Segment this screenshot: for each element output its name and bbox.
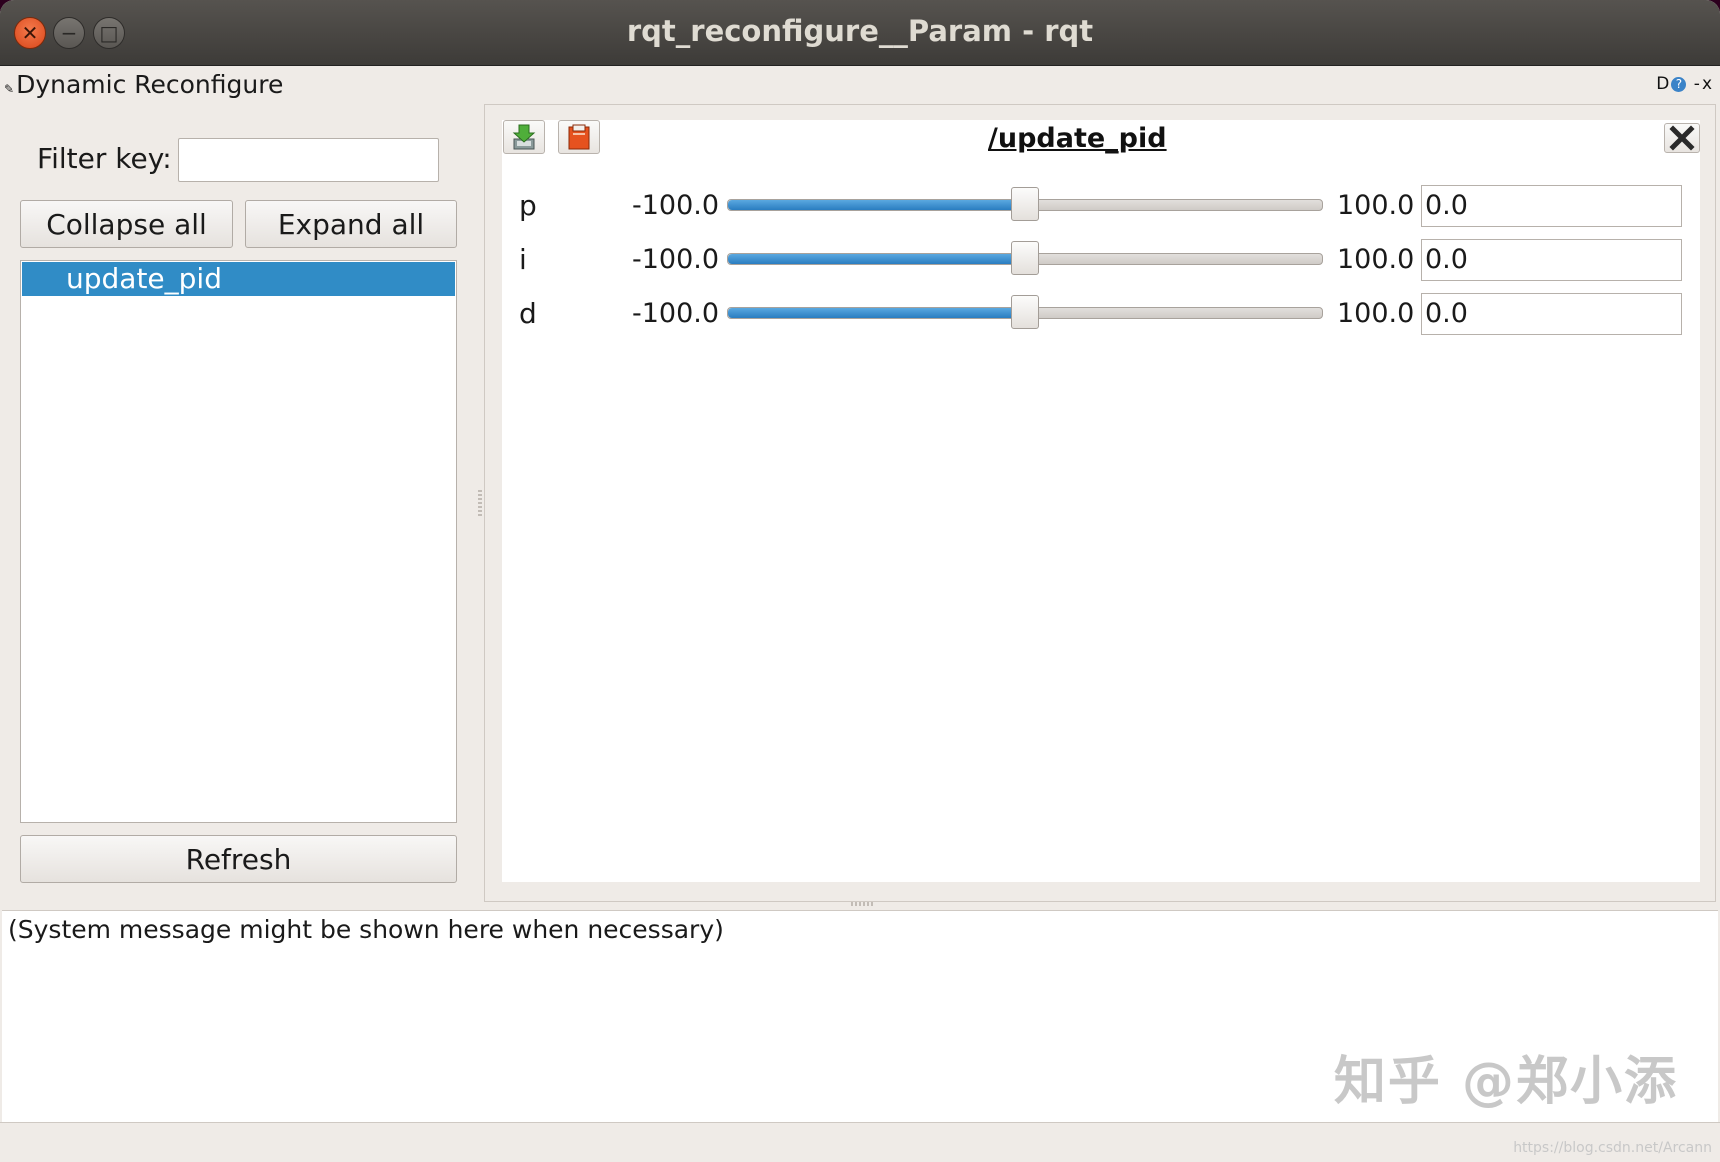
float-icon[interactable]: - (1694, 74, 1702, 94)
save-icon[interactable] (503, 120, 545, 154)
refresh-button[interactable]: Refresh (20, 835, 457, 883)
param-value-field[interactable]: 0.0 (1421, 185, 1682, 227)
param-slider[interactable] (727, 187, 1323, 221)
close-panel-icon[interactable] (1664, 123, 1700, 153)
param-slider[interactable] (727, 295, 1323, 329)
status-bar (0, 1122, 1720, 1162)
expand-all-button[interactable]: Expand all (245, 200, 457, 248)
slider-fill (728, 254, 1025, 264)
param-name: d (519, 297, 537, 330)
window-title: rqt_reconfigure__Param - rqt (626, 14, 1094, 48)
slider-handle[interactable] (1011, 187, 1039, 221)
watermark: 知乎 @郑小添 (1333, 1052, 1678, 1112)
param-min: -100.0 (632, 244, 720, 275)
watermark-url: https://blog.csdn.net/Arcann (1513, 1140, 1712, 1156)
dock-reload-icon[interactable]: D (1656, 74, 1671, 94)
node-title: /update_pid (988, 123, 1167, 154)
slider-handle[interactable] (1011, 241, 1039, 275)
collapse-all-button[interactable]: Collapse all (20, 200, 233, 248)
param-value-field[interactable]: 0.0 (1421, 239, 1682, 281)
dock-controls: D? -x (1656, 74, 1714, 94)
filter-key-label: Filter key: (37, 142, 172, 175)
dock-close-icon[interactable]: x (1702, 74, 1714, 94)
slider-fill (728, 200, 1025, 210)
param-min: -100.0 (632, 190, 720, 221)
title-bar[interactable]: ✕ − □ rqt_reconfigure__Param - rqt (0, 0, 1720, 66)
param-name: p (519, 189, 537, 222)
param-value-field[interactable]: 0.0 (1421, 293, 1682, 335)
vertical-splitter-handle[interactable] (478, 490, 482, 516)
slider-fill (728, 308, 1025, 318)
edit-icon: ✎ (4, 82, 15, 96)
node-tree[interactable]: update_pid (20, 260, 457, 823)
tree-item-update-pid[interactable]: update_pid (22, 262, 455, 296)
system-message: (System message might be shown here when… (8, 915, 724, 944)
dock-title[interactable]: ✎Dynamic Reconfigure (4, 70, 283, 99)
rqt-window: ✕ − □ rqt_reconfigure__Param - rqt ✎Dyna… (0, 0, 1720, 1162)
param-max: 100.0 (1337, 244, 1415, 275)
param-slider[interactable] (727, 241, 1323, 275)
load-icon[interactable] (558, 120, 600, 154)
dock-title-label: Dynamic Reconfigure (16, 70, 284, 99)
horizontal-splitter-handle[interactable] (851, 902, 873, 906)
param-name: i (519, 243, 527, 276)
filter-key-input[interactable] (178, 138, 439, 182)
slider-handle[interactable] (1011, 295, 1039, 329)
param-panel (502, 120, 1700, 882)
help-icon[interactable]: ? (1671, 76, 1687, 92)
param-max: 100.0 (1337, 190, 1415, 221)
param-min: -100.0 (632, 298, 720, 329)
param-max: 100.0 (1337, 298, 1415, 329)
